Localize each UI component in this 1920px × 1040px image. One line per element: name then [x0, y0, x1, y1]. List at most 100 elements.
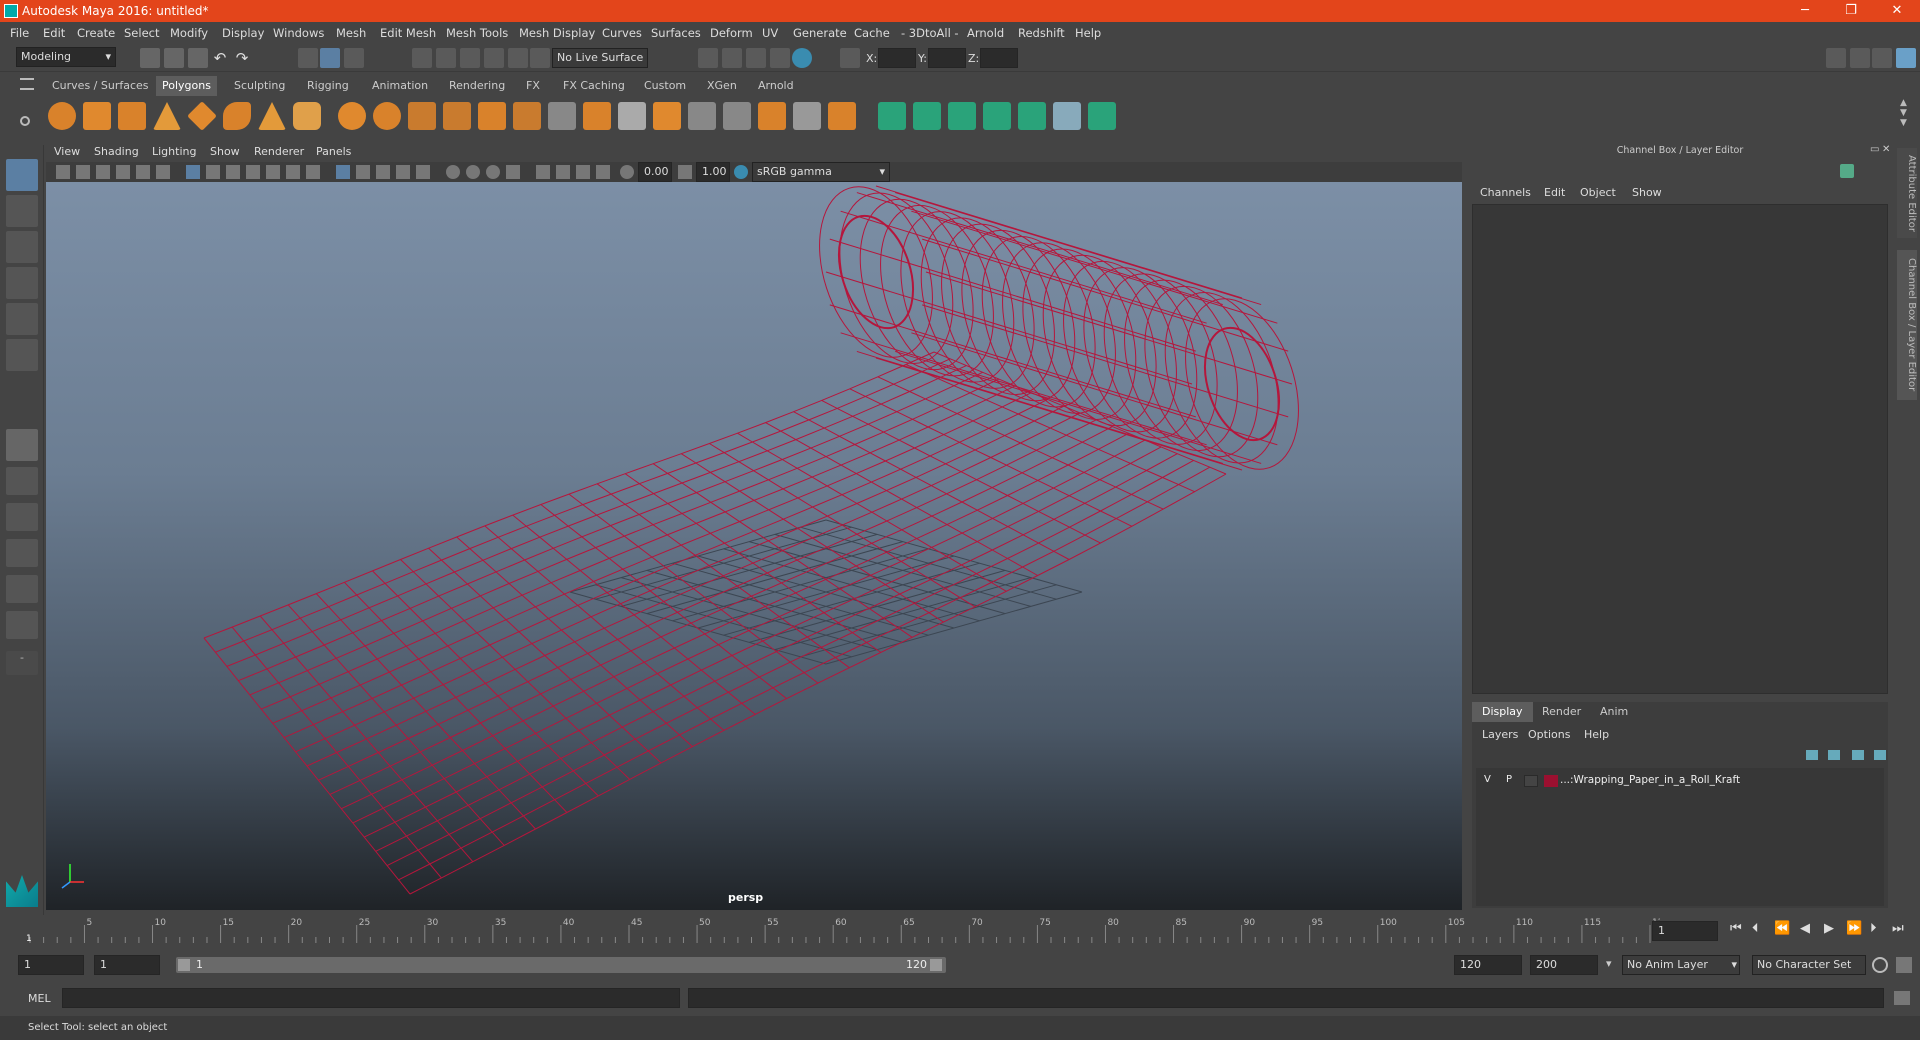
range-start-handle[interactable]: [178, 959, 190, 971]
shelf-tab-fx-caching[interactable]: FX Caching: [557, 76, 631, 96]
vp-menu-lighting[interactable]: Lighting: [152, 145, 196, 158]
play-forward-icon[interactable]: ▶: [1824, 921, 1834, 936]
uv-unfold-icon[interactable]: [1018, 102, 1046, 130]
play-backward-icon[interactable]: ◀: [1800, 921, 1810, 936]
shelf-tab-animation[interactable]: Animation: [366, 76, 434, 96]
menu-help[interactable]: Help: [1075, 26, 1101, 40]
save-scene-icon[interactable]: [188, 48, 208, 68]
layer-type-toggle[interactable]: [1524, 775, 1538, 787]
chevron-down-icon[interactable]: ▾: [1606, 957, 1612, 970]
render-view-icon[interactable]: [698, 48, 718, 68]
outliner-layout-icon[interactable]: [6, 611, 38, 639]
new-empty-layer-icon[interactable]: [1852, 750, 1864, 760]
xray-components-icon[interactable]: [596, 165, 610, 179]
shelf-tab-xgen[interactable]: XGen: [701, 76, 743, 96]
gamma-input[interactable]: 1.00: [696, 162, 730, 182]
command-language-label[interactable]: MEL: [28, 992, 51, 1005]
uv-planar-icon[interactable]: [878, 102, 906, 130]
2d-pan-zoom-icon[interactable]: [136, 165, 150, 179]
target-weld-icon[interactable]: [793, 102, 821, 130]
shelf-tab-curves-surfaces[interactable]: Curves / Surfaces: [46, 76, 155, 96]
close-panel-icon[interactable]: ✕: [1882, 144, 1890, 155]
rotate-tool-icon[interactable]: [6, 303, 38, 335]
menu-mesh[interactable]: Mesh: [336, 26, 366, 40]
minimize-icon[interactable]: ─: [1782, 0, 1828, 22]
fill-hole-icon[interactable]: [723, 102, 751, 130]
poly-sphere-icon[interactable]: [48, 102, 76, 130]
layer-visibility-toggle[interactable]: V: [1484, 774, 1491, 785]
open-scene-icon[interactable]: [164, 48, 184, 68]
channel-box-icon[interactable]: [1896, 48, 1916, 68]
menu-redshift[interactable]: Redshift: [1018, 26, 1065, 40]
float-panel-icon[interactable]: ▭: [1870, 144, 1879, 155]
go-to-end-icon[interactable]: ⏭: [1892, 921, 1904, 936]
append-icon[interactable]: [688, 102, 716, 130]
menu-modify[interactable]: Modify: [170, 26, 208, 40]
command-input[interactable]: [62, 988, 680, 1008]
auto-key-icon[interactable]: [1872, 957, 1888, 973]
restore-icon[interactable]: ❐: [1828, 0, 1874, 22]
playback-end-input[interactable]: 120: [1454, 955, 1522, 975]
shelf-tab-arnold[interactable]: Arnold: [752, 76, 800, 96]
range-end-handle[interactable]: [930, 959, 942, 971]
poly-cube-icon[interactable]: [83, 102, 111, 130]
menu-create[interactable]: Create: [77, 26, 115, 40]
snap-view-icon[interactable]: [484, 48, 504, 68]
close-icon[interactable]: ✕: [1874, 0, 1920, 22]
character-set-dropdown[interactable]: No Character Set: [1752, 955, 1866, 975]
side-tab-attribute-editor[interactable]: Attribute Editor: [1897, 148, 1917, 238]
shelf-settings-icon[interactable]: [20, 116, 30, 126]
attribute-editor-icon[interactable]: [1850, 48, 1870, 68]
uv-spherical-icon[interactable]: [948, 102, 976, 130]
poly-cylinder-icon[interactable]: [118, 102, 146, 130]
layer-tab-render[interactable]: Render: [1532, 702, 1591, 722]
paint-select-icon[interactable]: [6, 231, 38, 263]
step-back-key-icon[interactable]: ⏴: [1752, 921, 1759, 936]
vp-menu-panels[interactable]: Panels: [316, 145, 351, 158]
move-tool-icon[interactable]: [6, 267, 38, 299]
shelf-scroll-icon[interactable]: ▲ ▼ ▼: [1900, 98, 1907, 128]
four-view-layout-icon[interactable]: [6, 467, 38, 495]
transform-input-icon[interactable]: [840, 48, 860, 68]
bookmark-icon[interactable]: [96, 165, 110, 179]
vp-menu-show[interactable]: Show: [210, 145, 240, 158]
shelf-tab-custom[interactable]: Custom: [638, 76, 692, 96]
uv-cylindrical-icon[interactable]: [913, 102, 941, 130]
menu-cache[interactable]: Cache: [854, 26, 890, 40]
poly-torus-icon[interactable]: [223, 102, 251, 130]
current-frame-input[interactable]: 1: [1652, 921, 1718, 941]
layer-playback-toggle[interactable]: P: [1506, 774, 1512, 785]
perspective-viewport[interactable]: [46, 182, 1462, 910]
undo-icon[interactable]: ↶: [210, 48, 230, 68]
smooth-shade-icon[interactable]: [356, 165, 370, 179]
resolution-gate-icon[interactable]: [226, 165, 240, 179]
wireframe-icon[interactable]: [336, 165, 350, 179]
merge-icon[interactable]: [828, 102, 856, 130]
camera-attr-icon[interactable]: [76, 165, 90, 179]
scale-tool-icon[interactable]: [6, 339, 38, 371]
layer-color-swatch[interactable]: [1544, 775, 1558, 787]
start-time-input[interactable]: 1: [18, 955, 84, 975]
select-hierarchy-icon[interactable]: [298, 48, 318, 68]
le-menu-options[interactable]: Options: [1528, 728, 1570, 741]
layout-options-icon[interactable]: -: [6, 651, 38, 675]
extract-icon[interactable]: [443, 102, 471, 130]
camera-select-icon[interactable]: [56, 165, 70, 179]
end-time-input[interactable]: 200: [1530, 955, 1598, 975]
separate-icon[interactable]: [373, 102, 401, 130]
time-slider[interactable]: 5 10 15 20 25 30 35 40 45 50 55 60 65 70 75 80 85 90 95 100…: [0, 915, 1920, 945]
menu-display[interactable]: Display: [222, 26, 264, 40]
gamma-icon[interactable]: [678, 165, 692, 179]
field-chart-icon[interactable]: [266, 165, 280, 179]
vp-menu-view[interactable]: View: [54, 145, 80, 158]
render-settings-icon[interactable]: [770, 48, 790, 68]
default-material-icon[interactable]: [376, 165, 390, 179]
tool-settings-icon[interactable]: [1872, 48, 1892, 68]
hypershade-icon[interactable]: [792, 48, 812, 68]
bevel-icon[interactable]: [653, 102, 681, 130]
uv-automatic-icon[interactable]: [983, 102, 1011, 130]
layer-tab-anim[interactable]: Anim: [1590, 702, 1638, 722]
preferences-icon[interactable]: [1896, 957, 1912, 973]
range-slider[interactable]: 1 120: [176, 957, 946, 973]
ipr-render-icon[interactable]: [746, 48, 766, 68]
